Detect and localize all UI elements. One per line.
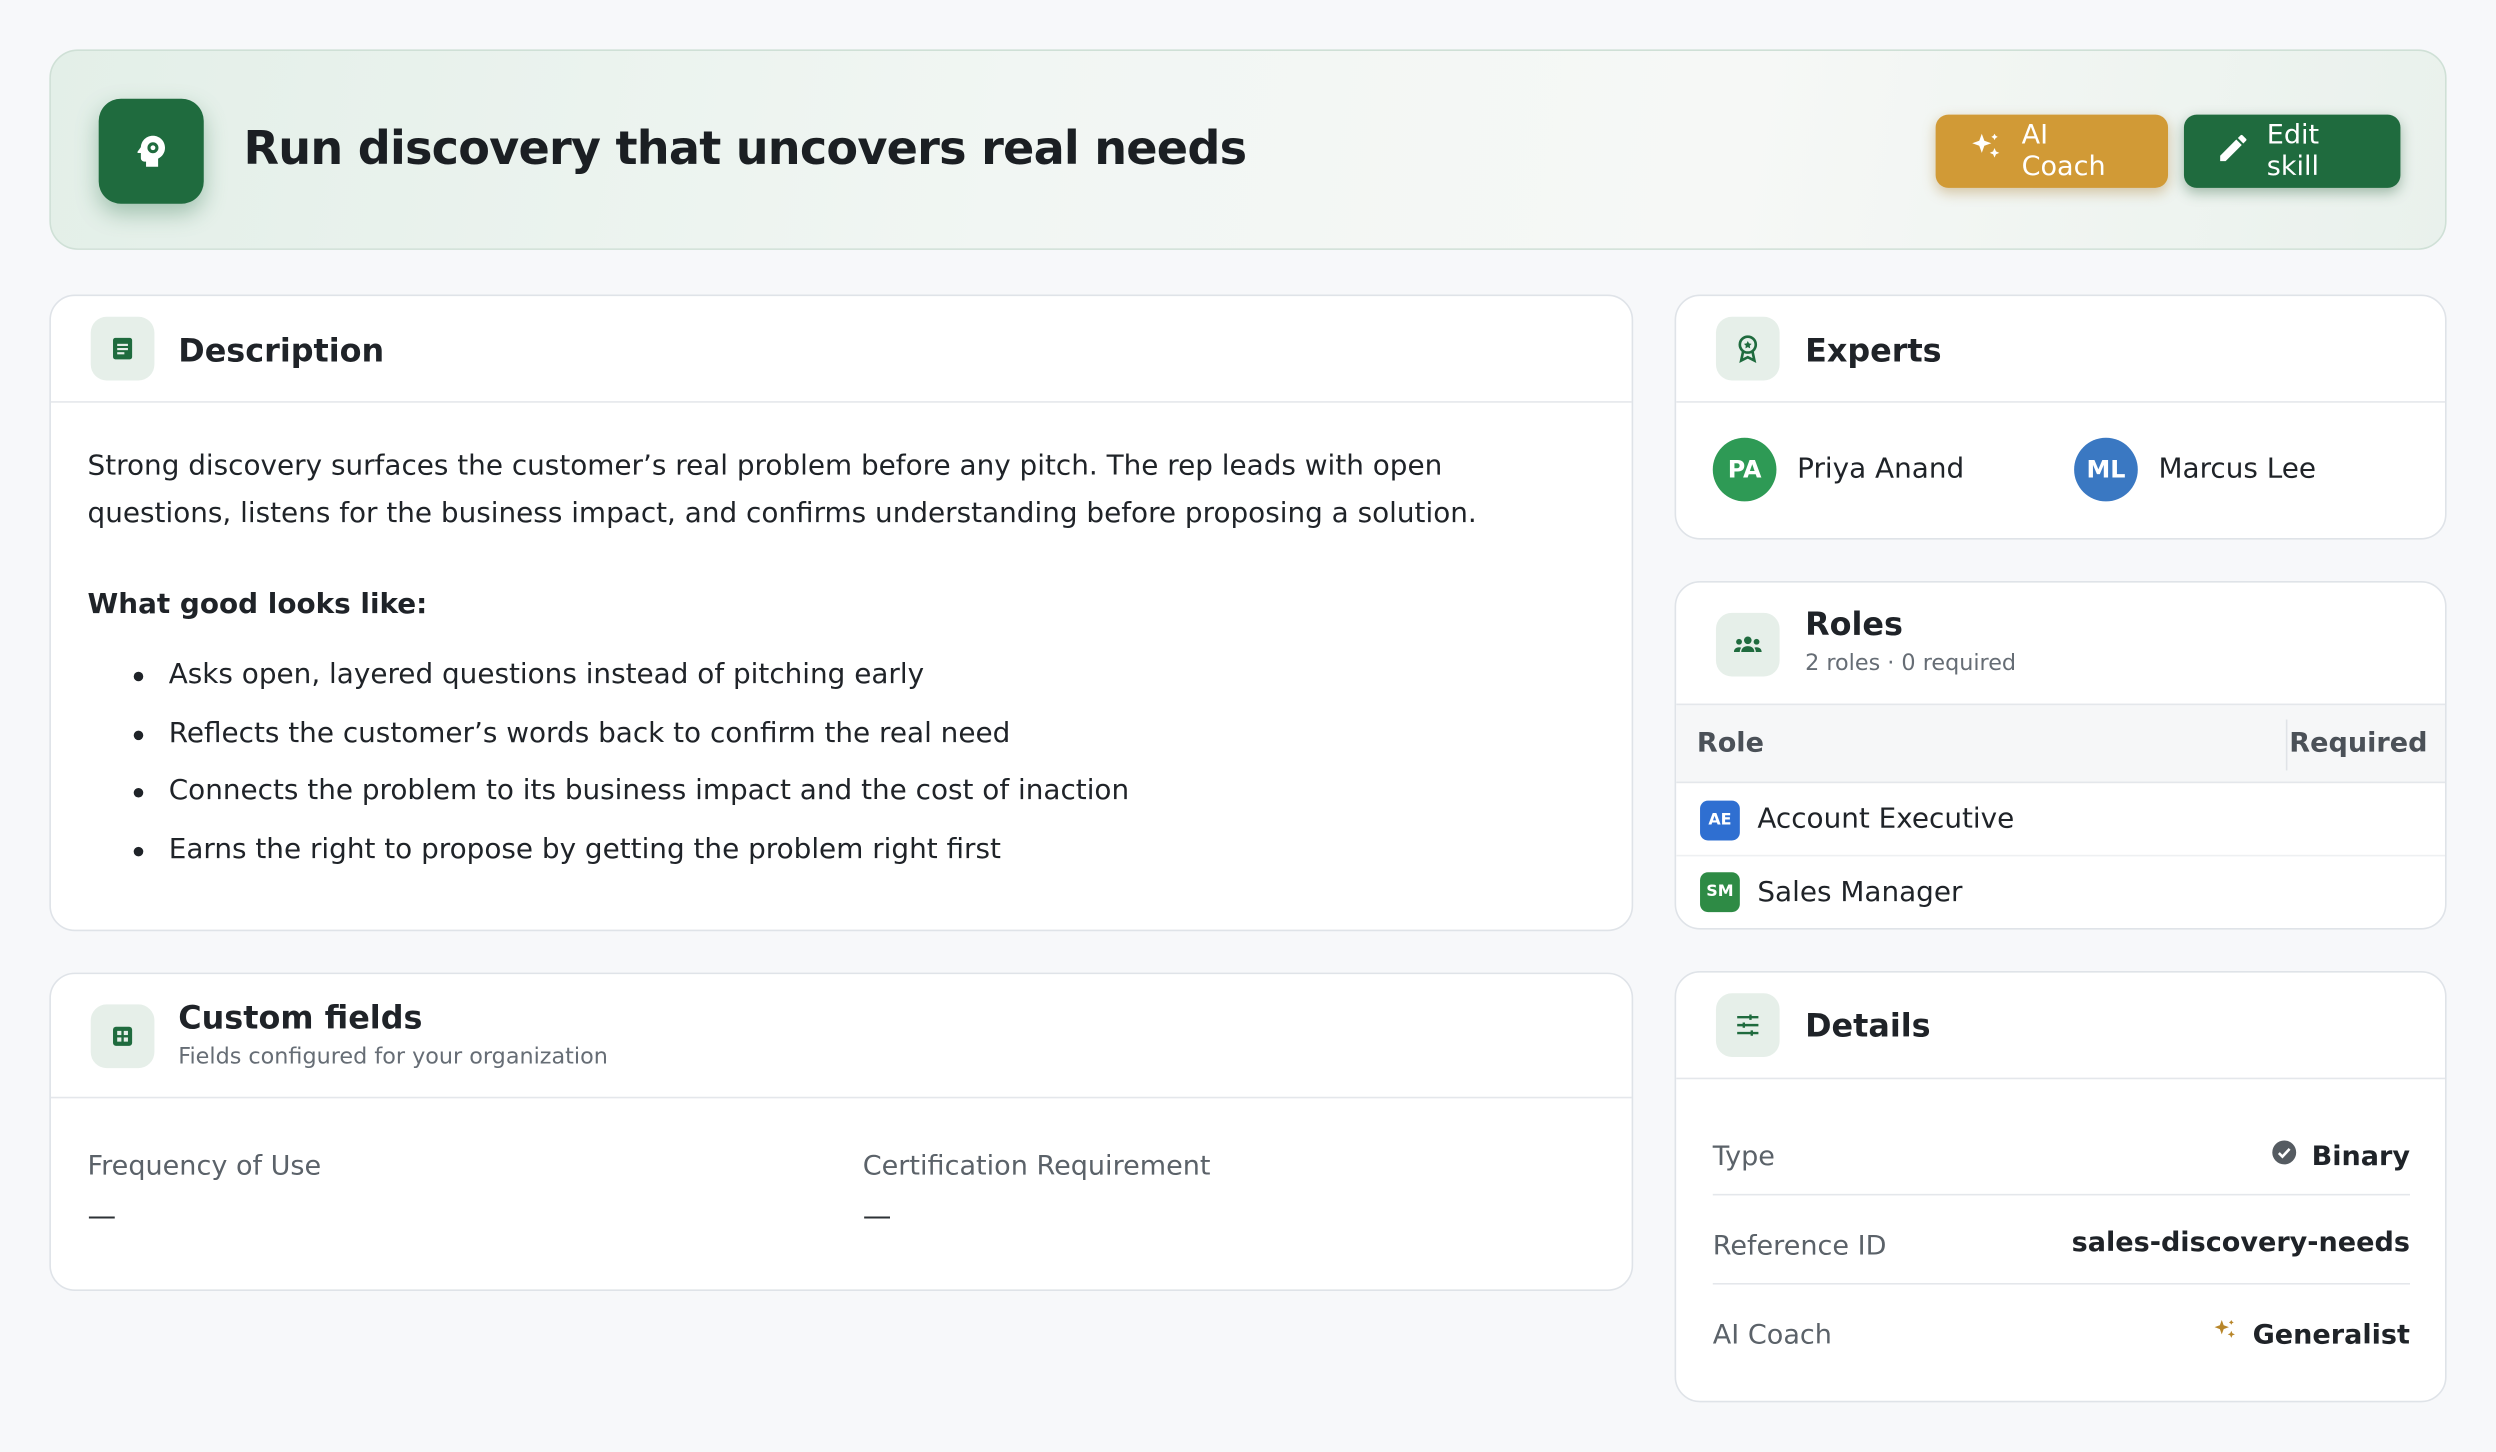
detail-value: Generalist [2211,1316,2410,1353]
brain-icon [98,98,204,204]
good-looks-like-title: What good looks like: [87,588,428,621]
roles-table-header: Role Required [1676,703,2446,784]
description-title: Description [178,331,385,370]
certification-requirement-value: — [862,1200,892,1234]
details-title: Details [1805,1006,1931,1045]
column-header-role[interactable]: Role [1697,727,1764,759]
role-name: Account Executive [1757,803,2015,836]
description-text: Strong discovery surfaces the customer’s… [87,450,1477,531]
avatar: PA [1712,437,1777,502]
description-card: Description Strong discovery surfaces th… [49,294,1634,932]
detail-row-type: Type Binary [1712,1106,2410,1196]
list-item: Connects the problem to its business imp… [133,766,1129,824]
table-row[interactable]: SM Sales Manager [1676,856,2445,928]
frequency-of-use-value: — [87,1200,117,1234]
experts-title: Experts [1805,331,1942,370]
sliders-icon [1715,993,1780,1057]
details-header: Details [1676,973,2446,1080]
column-header-required[interactable]: Required [2289,727,2427,759]
roles-title: Roles [1805,604,1903,644]
detail-label: Reference ID [1712,1230,1887,1263]
sparkle-icon [1967,128,2005,174]
detail-value: Binary [2270,1138,2410,1175]
check-circle-icon [2270,1138,2299,1175]
details-card: Details Type Binary Reference ID sales-d… [1674,970,2447,1403]
award-icon [1715,316,1780,381]
group-icon [1715,612,1780,677]
list-item: Asks open, layered questions instead of … [133,649,1129,707]
detail-label: Type [1712,1141,1775,1174]
document-icon [90,316,155,381]
skill-header: Run discovery that uncovers real needs A… [49,49,2447,250]
custom-fields-title: Custom fields [178,998,423,1037]
expert-name: Marcus Lee [2158,453,2317,486]
edit-skill-button[interactable]: Edit skill [2183,114,2401,188]
custom-fields-subtitle: Fields configured for your organization [178,1044,608,1070]
ai-coach-value: Generalist [2252,1318,2410,1351]
list-item: Reflects the customer’s words back to co… [133,708,1129,766]
pencil-icon [2216,130,2251,173]
reference-id-value: sales-discovery-needs [2071,1227,2410,1260]
experts-header: Experts [1676,296,2446,403]
edit-skill-label: Edit skill [2266,119,2320,184]
expert-priya-anand[interactable]: PA Priya Anand [1712,437,1965,502]
expert-marcus-lee[interactable]: ML Marcus Lee [2074,437,2317,502]
roles-card: Roles 2 roles · 0 required Role Required… [1674,581,2447,930]
table-row[interactable]: AE Account Executive [1676,785,2446,857]
custom-fields-card: Custom fields Fields configured for your… [49,972,1634,1291]
frequency-of-use-label: Frequency of Use [87,1150,322,1183]
grid-icon [90,1004,155,1069]
description-card-header: Description [50,296,1632,403]
list-item: Earns the right to propose by getting th… [133,824,1129,882]
roles-subtitle: 2 roles · 0 required [1805,651,2017,677]
type-value: Binary [2311,1140,2410,1173]
skill-page: Run discovery that uncovers real needs A… [0,0,2496,1452]
ai-coach-label: AI Coach [2021,119,2106,184]
ai-coach-button[interactable]: AI Coach [1935,114,2169,188]
role-name: Sales Manager [1757,876,1963,909]
column-divider [2285,719,2288,771]
good-looks-like-list: Asks open, layered questions instead of … [133,649,1129,882]
certification-requirement-label: Certification Requirement [862,1150,1211,1183]
custom-fields-header: Custom fields Fields configured for your… [50,974,1632,1099]
role-badge: SM [1700,872,1740,913]
avatar: ML [2074,437,2138,502]
role-badge: AE [1700,799,1740,840]
page-title: Run discovery that uncovers real needs [243,120,1248,176]
detail-label: AI Coach [1712,1319,1832,1352]
sparkle-icon [2211,1316,2240,1353]
experts-card: Experts PA Priya Anand ML Marcus Lee [1674,294,2447,540]
detail-row-reference-id: Reference ID sales-discovery-needs [1712,1195,2410,1285]
expert-name: Priya Anand [1797,453,1965,486]
detail-row-ai-coach: AI Coach Generalist [1713,1285,2410,1374]
